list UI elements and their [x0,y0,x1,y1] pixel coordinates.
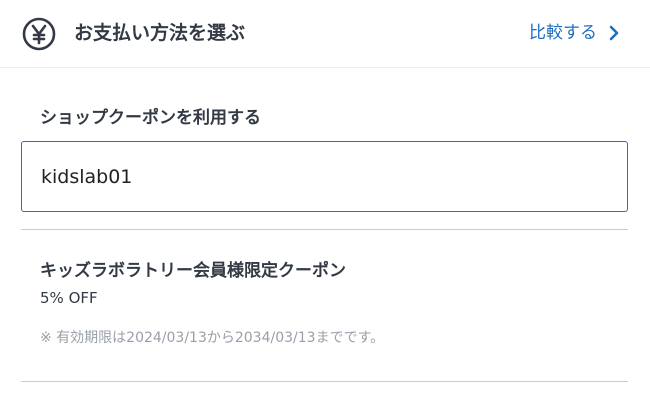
payment-page: お支払い方法を選ぶ 比較する ショップクーポンを利用する キッズラボラトリー会員… [0,0,650,401]
coupon-code-input[interactable] [21,141,628,212]
divider [21,381,628,382]
coupon-discount: 5% OFF [40,289,98,307]
coupon-name: キッズラボラトリー会員様限定クーポン [40,261,346,281]
yen-circle-icon [22,17,56,51]
coupon-validity-note: ※ 有効期限は2024/03/13から2034/03/13までです。 [40,330,385,346]
compare-link[interactable]: 比較する [529,20,619,46]
divider [21,229,628,230]
page-title: お支払い方法を選ぶ [74,22,246,44]
payment-method-header: お支払い方法を選ぶ 比較する [0,0,650,68]
compare-label[interactable]: 比較する [529,20,597,46]
shop-coupon-label: ショップクーポンを利用する [40,108,261,128]
chevron-right-icon[interactable] [609,25,619,41]
